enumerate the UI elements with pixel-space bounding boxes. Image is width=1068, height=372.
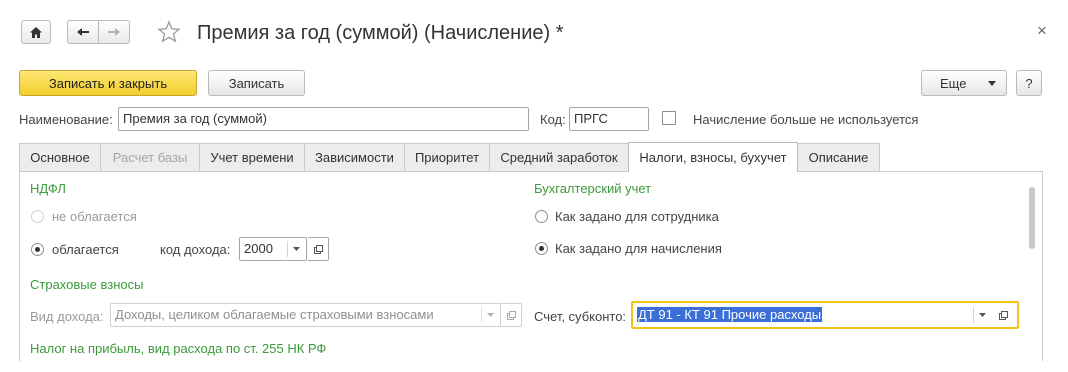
- tab-time-accounting[interactable]: Учет времени: [199, 143, 305, 171]
- ndfl-taxed-label: облагается: [52, 242, 119, 257]
- open-window-icon: [313, 244, 323, 254]
- accounting-accrual-label: Как задано для начисления: [555, 241, 722, 256]
- income-type-field[interactable]: Доходы, целиком облагаемые страховыми вз…: [110, 303, 501, 327]
- scrollbar-thumb[interactable]: [1029, 187, 1035, 249]
- tab-main[interactable]: Основное: [19, 143, 101, 171]
- account-label: Счет, субконто:: [534, 309, 627, 324]
- tab-dependencies[interactable]: Зависимости: [304, 143, 405, 171]
- account-field[interactable]: ДТ 91 - КТ 91 Прочие расходы: [631, 301, 1019, 329]
- help-button[interactable]: ?: [1016, 70, 1042, 96]
- not-used-checkbox[interactable]: [662, 111, 676, 125]
- ndfl-not-taxed-radio[interactable]: [31, 210, 44, 223]
- save-button[interactable]: Записать: [208, 70, 305, 96]
- tab-description[interactable]: Описание: [797, 143, 880, 171]
- code-label: Код:: [540, 112, 566, 127]
- caret-down-icon: [487, 313, 494, 317]
- income-code-label: код дохода:: [160, 242, 231, 257]
- tab-priority[interactable]: Приоритет: [404, 143, 490, 171]
- arrow-right-icon: [108, 28, 120, 36]
- open-window-icon: [506, 310, 516, 320]
- income-code-dropdown[interactable]: [287, 241, 305, 257]
- account-dropdown[interactable]: [973, 307, 991, 323]
- tab-taxes-accounting[interactable]: Налоги, взносы, бухучет: [628, 142, 798, 172]
- accounting-employee-radio[interactable]: [535, 210, 548, 223]
- home-icon: [30, 26, 42, 38]
- income-code-open-button[interactable]: [308, 237, 329, 261]
- ndfl-section-title: НДФЛ: [30, 181, 66, 196]
- caret-down-icon: [293, 247, 300, 251]
- tab-average-earnings[interactable]: Средний заработок: [489, 143, 629, 171]
- page-title: Премия за год (суммой) (Начисление) *: [197, 22, 564, 44]
- income-type-label: Вид дохода:: [30, 309, 104, 324]
- income-type-dropdown[interactable]: [481, 307, 499, 323]
- ndfl-taxed-radio[interactable]: [31, 243, 44, 256]
- arrow-left-icon: [77, 28, 89, 36]
- close-icon[interactable]: ×: [1037, 21, 1047, 41]
- forward-button[interactable]: [98, 20, 130, 44]
- favorite-star-icon[interactable]: [157, 20, 181, 47]
- more-button-label: Еще: [940, 75, 967, 91]
- ndfl-not-taxed-label: не облагается: [52, 209, 137, 224]
- back-button[interactable]: [67, 20, 99, 44]
- not-used-label: Начисление больше не используется: [693, 112, 919, 127]
- tab-panel: [19, 171, 1043, 361]
- income-type-open-button[interactable]: [501, 303, 522, 327]
- name-label: Наименование:: [19, 112, 113, 127]
- account-open-button[interactable]: [993, 307, 1013, 323]
- caret-down-icon: [979, 313, 986, 317]
- accounting-accrual-radio[interactable]: [535, 242, 548, 255]
- caret-down-icon: [988, 81, 996, 86]
- insurance-section-title: Страховые взносы: [30, 277, 144, 292]
- income-code-value: 2000: [244, 241, 273, 256]
- code-field[interactable]: ПРГС: [569, 107, 649, 131]
- accounting-employee-label: Как задано для сотрудника: [555, 209, 719, 224]
- income-type-value: Доходы, целиком облагаемые страховыми вз…: [115, 307, 434, 322]
- income-code-field[interactable]: 2000: [239, 237, 307, 261]
- accounting-section-title: Бухгалтерский учет: [534, 181, 652, 196]
- name-field[interactable]: Премия за год (суммой): [118, 107, 529, 131]
- profit-tax-section-title: Налог на прибыль, вид расхода по ст. 255…: [30, 341, 327, 356]
- tab-base-calc[interactable]: Расчет базы: [100, 143, 200, 171]
- save-and-close-button[interactable]: Записать и закрыть: [19, 70, 197, 96]
- home-button[interactable]: [21, 20, 51, 44]
- open-window-icon: [998, 310, 1008, 320]
- more-button[interactable]: Еще: [921, 70, 1007, 96]
- account-value: ДТ 91 - КТ 91 Прочие расходы: [637, 307, 823, 322]
